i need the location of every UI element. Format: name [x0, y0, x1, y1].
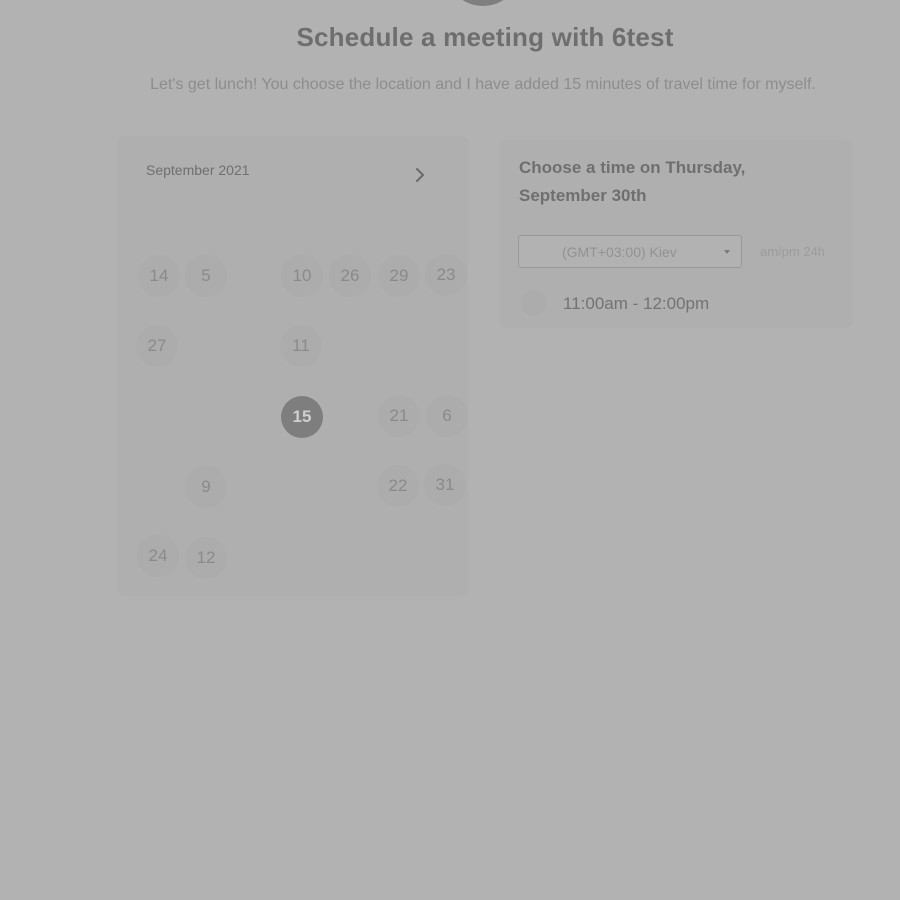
calendar-day[interactable]: 26: [329, 255, 371, 297]
chevron-right-icon: [416, 168, 424, 182]
time-slot-radio[interactable]: [521, 290, 547, 316]
weekday-label: [230, 214, 242, 226]
calendar-day[interactable]: 9: [185, 466, 227, 508]
calendar-day[interactable]: 31: [424, 464, 466, 506]
weekday-label: [289, 214, 301, 226]
calendar-day[interactable]: 6: [426, 395, 468, 437]
page-title: Schedule a meeting with 6test: [296, 22, 674, 52]
calendar-day[interactable]: 12: [185, 537, 227, 579]
timezone-select[interactable]: (GMT+03:00) Kiev: [518, 235, 742, 268]
page-subtitle: Let's get lunch! You choose the location…: [150, 76, 816, 93]
calendar-day[interactable]: 5: [185, 255, 227, 297]
calendar-day[interactable]: 21: [378, 395, 420, 437]
weekday-label: [375, 214, 387, 226]
calendar-day[interactable]: 24: [137, 535, 179, 577]
calendar-panel: [118, 136, 468, 596]
time-slot[interactable]: 11:00am - 12:00pm: [563, 294, 709, 314]
calendar-day[interactable]: 27: [136, 325, 178, 367]
calendar-day[interactable]: 11: [280, 325, 322, 367]
weekday-label: [248, 214, 260, 226]
weekday-label: [200, 214, 212, 226]
calendar-day[interactable]: 23: [425, 254, 467, 296]
calendar-day[interactable]: 29: [378, 255, 420, 297]
weekday-label: [440, 214, 452, 226]
month-label: September 2021: [146, 162, 250, 178]
avatar: [445, 0, 521, 6]
calendar-day[interactable]: 14: [138, 255, 180, 297]
timezone-value: (GMT+03:00) Kiev: [562, 244, 677, 260]
calendar-day[interactable]: 22: [377, 465, 419, 507]
time-heading: Choose a time on Thursday, September 30t…: [519, 158, 746, 205]
next-month-button[interactable]: [410, 163, 430, 185]
time-format-toggle[interactable]: am/pm 24h: [760, 244, 825, 259]
calendar-day-selected[interactable]: 15: [281, 396, 323, 438]
calendar-day[interactable]: 10: [281, 255, 323, 297]
caret-down-icon: [724, 250, 730, 254]
weekday-label: [328, 214, 340, 226]
